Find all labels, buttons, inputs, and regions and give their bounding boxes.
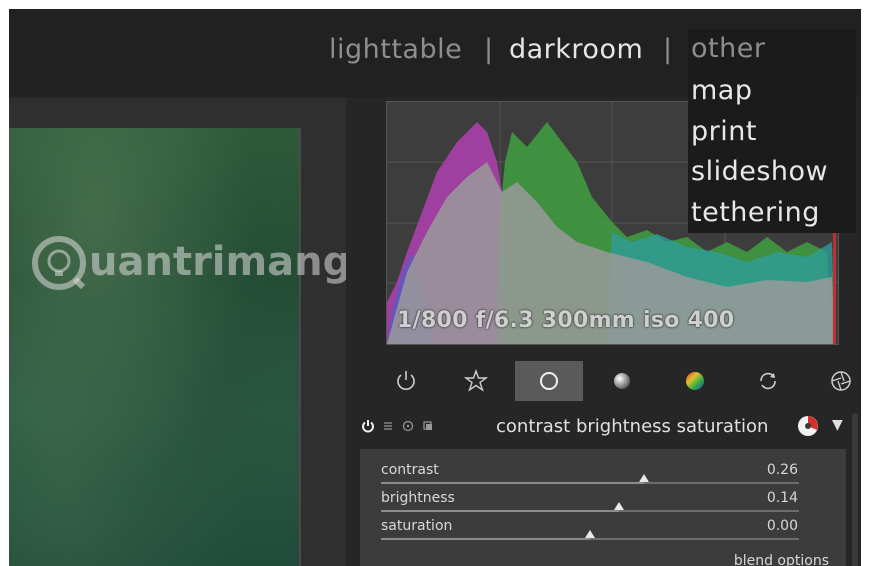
dropdown-item-tethering[interactable]: tethering [691,197,820,228]
collapse-arrow-icon[interactable]: ▼ [832,417,843,433]
tab-correction-modules[interactable] [734,361,802,401]
blend-options-label[interactable]: blend options [734,553,829,566]
dropdown-item-map[interactable]: map [691,75,753,106]
contrast-slider[interactable] [381,474,799,484]
tab-effect-modules[interactable] [807,361,861,401]
slider-label-brightness: brightness [381,490,455,506]
power-icon [397,371,415,390]
slider-marker[interactable] [614,502,624,510]
slider-value-contrast: 0.26 [766,462,798,478]
aperture-icon [831,371,851,391]
star-icon [464,369,488,392]
slider-marker[interactable] [639,474,649,482]
slider-fill [381,538,590,540]
view-separator: | [484,34,494,65]
panel-scrollbar[interactable] [852,413,858,566]
slider-label-saturation: saturation [381,518,453,534]
circle-icon [540,372,558,390]
slider-marker[interactable] [585,530,595,538]
multi-instance-icon[interactable] [381,419,395,433]
tab-basic-modules[interactable] [515,361,583,401]
darktable-window: lighttable | darkroom | uantrimang 1/800… [9,9,861,566]
module-header[interactable]: contrast brightness saturation ▼ [359,413,849,441]
module-title: contrast brightness saturation [496,416,769,437]
center-view: uantrimang [9,99,351,566]
view-dropdown-menu: other map print slideshow tethering [688,29,856,233]
slider-fill [381,482,644,484]
slider-value-saturation: 0.00 [766,518,798,534]
watermark-text: uantrimang [89,239,352,285]
dropdown-item-print[interactable]: print [691,116,757,147]
slider-fill [381,510,619,512]
view-tab-lighttable[interactable]: lighttable [329,34,462,65]
module-group-tabs [372,361,861,401]
slider-label-contrast: contrast [381,462,439,478]
module-power-icon[interactable] [361,419,375,433]
reset-icon[interactable] [401,419,415,433]
module-controls: contrast 0.26 brightness 0.14 saturation… [360,449,846,566]
saturation-slider[interactable] [381,530,799,540]
tab-active-modules[interactable] [372,361,440,401]
presets-icon[interactable] [421,419,435,433]
color-wheel-icon [686,372,704,390]
tab-tone-modules[interactable] [588,361,656,401]
exif-info: 1/800 f/6.3 300mm iso 400 [397,308,735,333]
slider-value-brightness: 0.14 [766,490,798,506]
dropdown-item-other[interactable]: other [691,33,765,64]
module-style-icon[interactable] [797,415,819,437]
view-separator: | [663,34,673,65]
photo-preview[interactable] [9,128,301,566]
tab-favorite-modules[interactable] [442,361,510,401]
brightness-slider[interactable] [381,502,799,512]
dropdown-item-slideshow[interactable]: slideshow [691,156,828,187]
view-tab-darkroom[interactable]: darkroom [509,34,643,65]
sphere-icon [614,373,630,389]
tab-color-modules[interactable] [661,361,729,401]
watermark-logo: uantrimang [31,231,351,301]
refresh-icon [760,372,776,390]
